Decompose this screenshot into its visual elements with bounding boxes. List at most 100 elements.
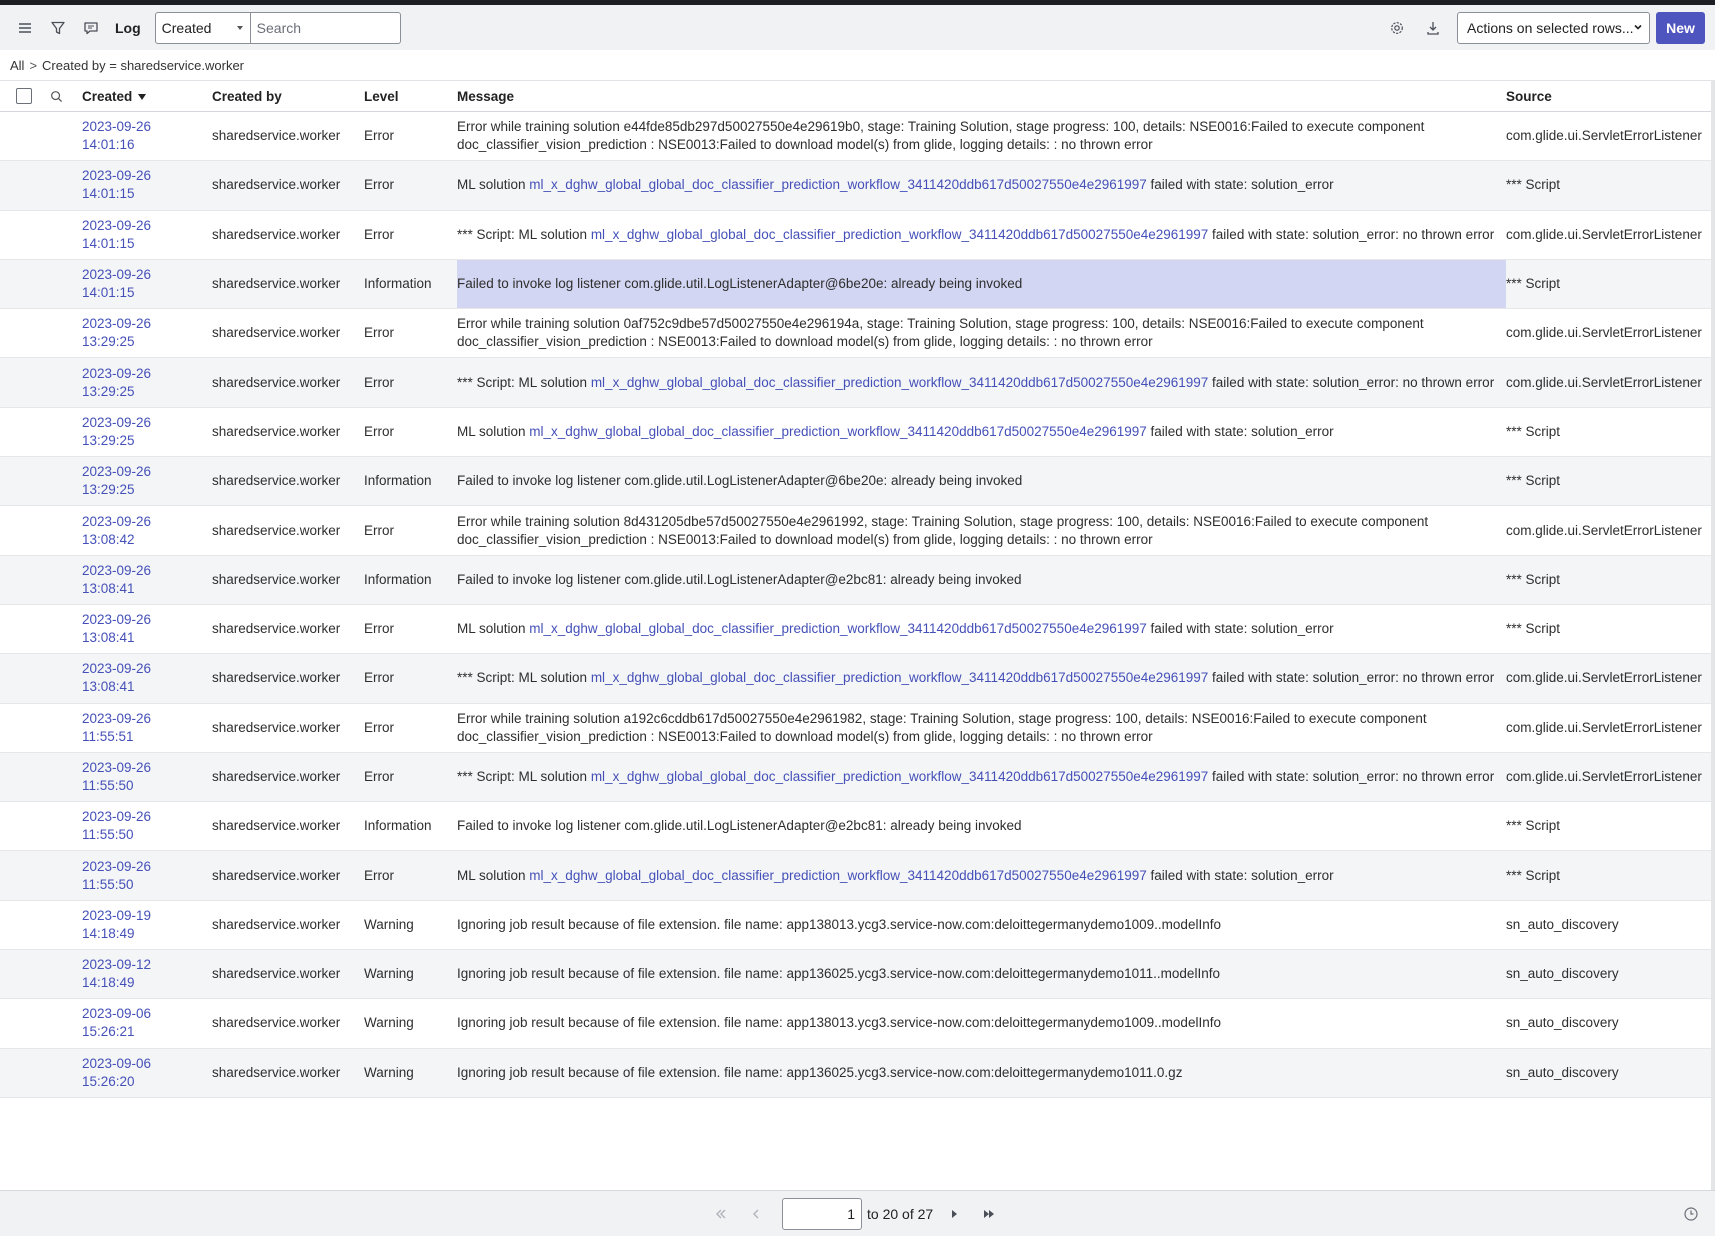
table-row[interactable]: 2023-09-26 14:01:15 sharedservice.worker Er…: [0, 210, 1711, 260]
created-date-link[interactable]: 2023-09-26: [82, 414, 212, 432]
message-link[interactable]: ml_x_dghw_global_global_doc_classifier_p…: [591, 670, 1208, 685]
table-row[interactable]: 2023-09-19 14:18:49 sharedservice.worker Wa…: [0, 900, 1711, 951]
created-cell[interactable]: 2023-09-26 11:55:50: [82, 801, 212, 852]
column-search-icon[interactable]: [50, 90, 82, 103]
created-time-link[interactable]: 11:55:50: [82, 826, 212, 844]
created-cell[interactable]: 2023-09-26 13:29:25: [82, 407, 212, 458]
created-cell[interactable]: 2023-09-06 15:26:20: [82, 1048, 212, 1098]
page-number-input[interactable]: [782, 1197, 862, 1230]
column-header-created-by[interactable]: Created by: [212, 80, 364, 112]
created-cell[interactable]: 2023-09-26 11:55:50: [82, 752, 212, 803]
column-header-message[interactable]: Message: [457, 80, 1506, 112]
message-link[interactable]: ml_x_dghw_global_global_doc_classifier_p…: [529, 621, 1146, 636]
created-time-link[interactable]: 13:08:42: [82, 531, 212, 549]
created-date-link[interactable]: 2023-09-26: [82, 315, 212, 333]
created-time-link[interactable]: 11:55:50: [82, 876, 212, 894]
message-link[interactable]: ml_x_dghw_global_global_doc_classifier_p…: [591, 227, 1208, 242]
table-row[interactable]: 2023-09-26 11:55:51 sharedservice.worker Er…: [0, 703, 1711, 753]
created-cell[interactable]: 2023-09-26 13:08:42: [82, 505, 212, 556]
actions-on-selected-rows-select[interactable]: Actions on selected rows...: [1457, 11, 1650, 44]
message-link[interactable]: ml_x_dghw_global_global_doc_classifier_p…: [529, 868, 1146, 883]
column-header-created[interactable]: Created: [82, 80, 212, 112]
first-page-icon[interactable]: [712, 1205, 730, 1223]
comment-icon[interactable]: [79, 16, 103, 40]
table-row[interactable]: 2023-09-26 14:01:15 sharedservice.worker In…: [0, 259, 1711, 310]
column-header-source[interactable]: Source: [1506, 80, 1711, 112]
created-date-link[interactable]: 2023-09-26: [82, 365, 212, 383]
created-date-link[interactable]: 2023-09-26: [82, 118, 212, 136]
created-date-link[interactable]: 2023-09-26: [82, 858, 212, 876]
new-button[interactable]: New: [1656, 11, 1705, 44]
table-row[interactable]: 2023-09-06 15:26:20 sharedservice.worker Wa…: [0, 1048, 1711, 1098]
created-date-link[interactable]: 2023-09-26: [82, 759, 212, 777]
created-cell[interactable]: 2023-09-26 13:08:41: [82, 604, 212, 655]
created-date-link[interactable]: 2023-09-26: [82, 660, 212, 678]
created-time-link[interactable]: 14:01:15: [82, 235, 212, 253]
created-date-link[interactable]: 2023-09-26: [82, 217, 212, 235]
created-time-link[interactable]: 13:08:41: [82, 678, 212, 696]
created-time-link[interactable]: 14:18:49: [82, 925, 212, 943]
created-time-link[interactable]: 13:29:25: [82, 432, 212, 450]
created-cell[interactable]: 2023-09-26 14:01:16: [82, 111, 212, 162]
table-row[interactable]: 2023-09-26 11:55:50 sharedservice.worker In…: [0, 801, 1711, 852]
created-date-link[interactable]: 2023-09-26: [82, 808, 212, 826]
message-link[interactable]: ml_x_dghw_global_global_doc_classifier_p…: [529, 424, 1146, 439]
created-cell[interactable]: 2023-09-19 14:18:49: [82, 900, 212, 951]
created-time-link[interactable]: 14:01:15: [82, 185, 212, 203]
created-time-link[interactable]: 14:01:16: [82, 136, 212, 154]
created-date-link[interactable]: 2023-09-06: [82, 1055, 212, 1073]
created-time-link[interactable]: 13:29:25: [82, 481, 212, 499]
created-time-link[interactable]: 13:08:41: [82, 629, 212, 647]
column-header-level[interactable]: Level: [364, 80, 457, 112]
created-cell[interactable]: 2023-09-26 13:29:25: [82, 357, 212, 408]
created-date-link[interactable]: 2023-09-06: [82, 1005, 212, 1023]
table-row[interactable]: 2023-09-26 13:08:41 sharedservice.worker Er…: [0, 653, 1711, 704]
table-row[interactable]: 2023-09-26 13:29:25 sharedservice.worker Er…: [0, 357, 1711, 408]
table-row[interactable]: 2023-09-26 13:08:41 sharedservice.worker Er…: [0, 604, 1711, 655]
created-time-link[interactable]: 13:08:41: [82, 580, 212, 598]
created-date-link[interactable]: 2023-09-26: [82, 167, 212, 185]
created-date-link[interactable]: 2023-09-26: [82, 611, 212, 629]
created-date-link[interactable]: 2023-09-26: [82, 266, 212, 284]
sort-descending-icon[interactable]: [138, 93, 147, 100]
table-row[interactable]: 2023-09-06 15:26:21 sharedservice.worker Wa…: [0, 998, 1711, 1049]
created-time-link[interactable]: 13:29:25: [82, 333, 212, 351]
created-cell[interactable]: 2023-09-26 11:55:50: [82, 850, 212, 901]
breadcrumb-filter-condition[interactable]: Created by = sharedservice.worker: [42, 58, 244, 73]
created-cell[interactable]: 2023-09-26 14:01:15: [82, 160, 212, 211]
table-row[interactable]: 2023-09-26 13:08:42 sharedservice.worker Er…: [0, 505, 1711, 556]
table-row[interactable]: 2023-09-26 13:29:25 sharedservice.worker Er…: [0, 407, 1711, 458]
table-row[interactable]: 2023-09-26 13:08:41 sharedservice.worker In…: [0, 555, 1711, 605]
created-time-link[interactable]: 11:55:51: [82, 728, 212, 746]
prev-page-icon[interactable]: [747, 1205, 765, 1223]
created-cell[interactable]: 2023-09-26 14:01:15: [82, 210, 212, 260]
table-row[interactable]: 2023-09-26 11:55:50 sharedservice.worker Er…: [0, 752, 1711, 803]
search-field-select[interactable]: Created: [154, 11, 251, 44]
created-cell[interactable]: 2023-09-26 13:29:25: [82, 456, 212, 507]
created-date-link[interactable]: 2023-09-26: [82, 513, 212, 531]
search-input[interactable]: [250, 11, 401, 44]
table-row[interactable]: 2023-09-26 13:29:25 sharedservice.worker Er…: [0, 308, 1711, 359]
created-time-link[interactable]: 15:26:21: [82, 1023, 212, 1041]
download-icon[interactable]: [1421, 16, 1445, 40]
created-cell[interactable]: 2023-09-26 14:01:15: [82, 259, 212, 310]
menu-icon[interactable]: [13, 16, 37, 40]
table-row[interactable]: 2023-09-26 14:01:15 sharedservice.worker Er…: [0, 160, 1711, 211]
table-row[interactable]: 2023-09-12 14:18:49 sharedservice.worker Wa…: [0, 949, 1711, 1000]
select-all-checkbox[interactable]: [16, 88, 32, 104]
created-date-link[interactable]: 2023-09-19: [82, 907, 212, 925]
gear-icon[interactable]: [1385, 16, 1409, 40]
breadcrumb-all-link[interactable]: All: [10, 58, 24, 73]
created-time-link[interactable]: 11:55:50: [82, 777, 212, 795]
created-date-link[interactable]: 2023-09-12: [82, 956, 212, 974]
message-link[interactable]: ml_x_dghw_global_global_doc_classifier_p…: [591, 375, 1208, 390]
created-cell[interactable]: 2023-09-26 13:29:25: [82, 308, 212, 359]
filter-icon[interactable]: [46, 16, 70, 40]
created-date-link[interactable]: 2023-09-26: [82, 710, 212, 728]
table-row[interactable]: 2023-09-26 14:01:16 sharedservice.worker Er…: [0, 111, 1711, 162]
created-date-link[interactable]: 2023-09-26: [82, 562, 212, 580]
message-link[interactable]: ml_x_dghw_global_global_doc_classifier_p…: [591, 769, 1208, 784]
created-time-link[interactable]: 15:26:20: [82, 1073, 212, 1091]
created-cell[interactable]: 2023-09-26 11:55:51: [82, 703, 212, 753]
created-time-link[interactable]: 14:01:15: [82, 284, 212, 302]
